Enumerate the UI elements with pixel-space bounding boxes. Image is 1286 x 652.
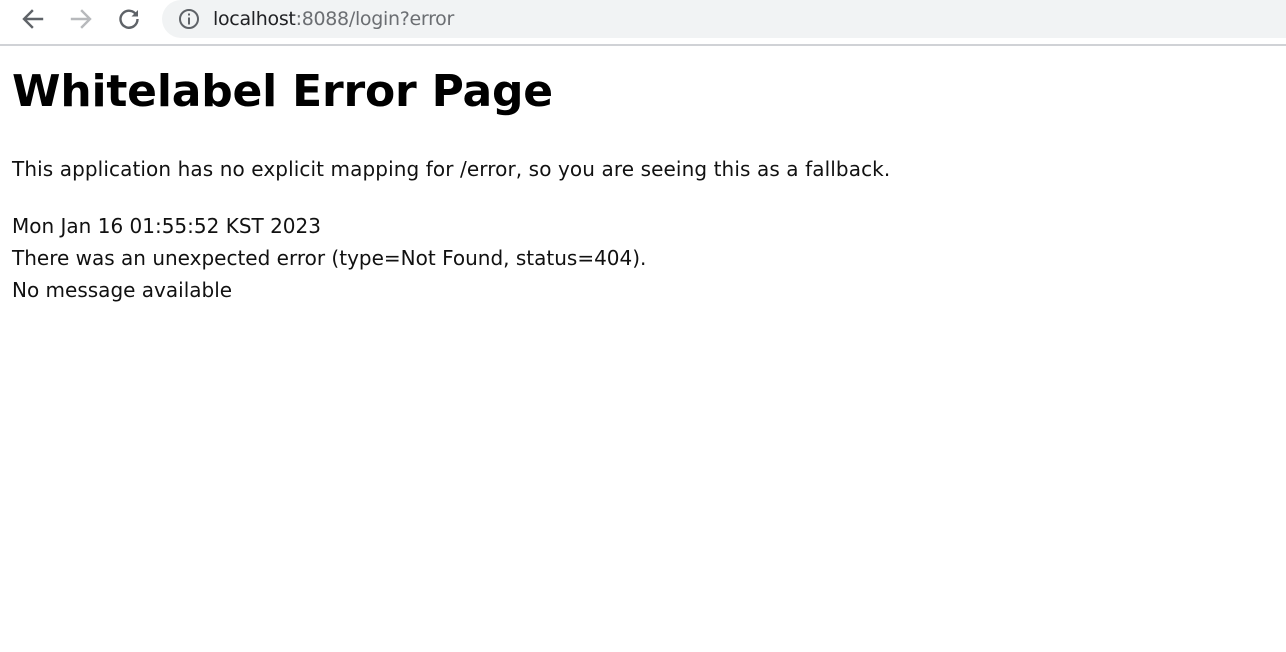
url-path: :8088/login?error <box>295 8 455 30</box>
fallback-message: This application has no explicit mapping… <box>12 157 891 181</box>
back-button[interactable] <box>18 4 48 34</box>
page-content: Whitelabel Error Page This application h… <box>12 62 1272 306</box>
back-arrow-icon <box>22 9 44 29</box>
forward-arrow-icon <box>70 9 92 29</box>
info-icon[interactable] <box>178 8 200 30</box>
error-message: No message available <box>12 278 233 302</box>
error-details: Mon Jan 16 01:55:52 KST 2023 There was a… <box>12 210 1272 306</box>
reload-icon <box>119 9 139 29</box>
url-host: localhost <box>213 8 296 30</box>
browser-toolbar: localhost:8088/login?error <box>0 0 1286 46</box>
reload-button[interactable] <box>114 4 144 34</box>
address-bar[interactable]: localhost:8088/login?error <box>162 0 1286 38</box>
error-timestamp: Mon Jan 16 01:55:52 KST 2023 <box>12 214 321 238</box>
forward-button[interactable] <box>66 4 96 34</box>
url-text[interactable]: localhost:8088/login?error <box>213 6 454 32</box>
error-type-status: There was an unexpected error (type=Not … <box>12 246 647 270</box>
page-title: Whitelabel Error Page <box>12 66 553 117</box>
